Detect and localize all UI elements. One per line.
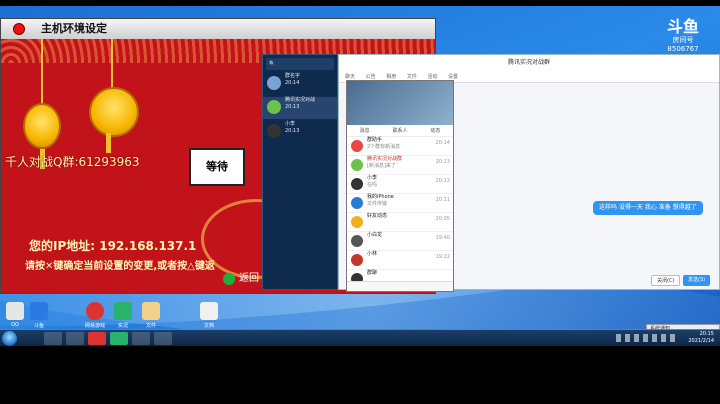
session-name: 腾讯实况对战 xyxy=(285,97,316,103)
icon-label: 文档 xyxy=(203,323,214,329)
taskbar-app-media[interactable] xyxy=(66,332,84,345)
list-item[interactable]: 群助手 2个群有新消息 20:14 xyxy=(347,137,453,156)
session-item[interactable]: 腾讯实况对战 20:13 xyxy=(263,97,337,119)
desktop-icon[interactable]: 文档 xyxy=(196,302,222,329)
session-item[interactable]: 群名字 20:14 xyxy=(263,73,337,95)
douyu-icon xyxy=(30,302,48,320)
taskbar-app-window[interactable] xyxy=(132,332,150,345)
netease-icon xyxy=(86,302,104,320)
qq-group-text: 千人对战Q群:61293963 xyxy=(5,155,140,169)
qq-session-list[interactable]: 🔍 群名字 20:14 腾讯实况对战 20:13 小李 20:13 xyxy=(262,54,338,290)
star-icon xyxy=(351,216,363,228)
list-item[interactable]: 小李 在吗 20:13 xyxy=(347,175,453,194)
list-item[interactable]: 我的iPhone 文件传输 20:11 xyxy=(347,194,453,213)
list-item[interactable]: 小林 19:22 xyxy=(347,251,453,270)
game-title: 主机环境设定 xyxy=(41,22,107,35)
lantern-rope xyxy=(41,39,43,107)
close-button[interactable]: 关闭(C) xyxy=(651,275,681,286)
item-time: 20:13 xyxy=(435,159,450,165)
wait-dialog: 等待 xyxy=(189,148,245,186)
avatar xyxy=(267,76,281,90)
list-item[interactable]: 好友动态 20:05 xyxy=(347,213,453,232)
room-number: 8506767 xyxy=(667,45,699,53)
session-time: 20:13 xyxy=(285,104,300,110)
clock-date: 2021/2/14 xyxy=(688,338,714,344)
clock-time: 20:15 xyxy=(699,331,714,337)
item-time: 19:40 xyxy=(435,235,450,241)
triangle-button-icon xyxy=(223,273,235,285)
lantern-rope xyxy=(111,39,113,91)
mobile-qq-window[interactable]: 消息 联系人 动态 群助手 2个群有新消息 20:14 腾讯实况对战群 [新消息… xyxy=(346,80,454,292)
shield-icon xyxy=(114,302,132,320)
taskbar-app-qq[interactable] xyxy=(154,332,172,345)
desktop-icon[interactable]: 实况 xyxy=(110,302,136,329)
send-button[interactable]: 发送(S) xyxy=(683,275,711,286)
item-time: 20:13 xyxy=(435,178,450,184)
session-name: 群名字 xyxy=(285,73,301,79)
item-time: 20:14 xyxy=(435,140,450,146)
avatar xyxy=(351,140,363,152)
ip-address-text: 您的IP地址: 192.168.137.1 xyxy=(29,239,197,253)
logo-name: 斗鱼 xyxy=(666,17,699,36)
item-name: 群聊 xyxy=(367,270,378,276)
list-item[interactable]: 腾讯实况对战群 [新消息]来了 20:13 xyxy=(347,156,453,175)
item-time: 20:11 xyxy=(435,197,450,203)
lantern-icon xyxy=(89,87,139,153)
logo-sub: 房间号 xyxy=(672,36,694,44)
list-item[interactable]: 小白龙 19:40 xyxy=(347,232,453,251)
avatar xyxy=(351,178,363,190)
mobile-bottom-bar[interactable] xyxy=(347,281,453,291)
phone-icon xyxy=(351,197,363,209)
tab-moments[interactable]: 动态 xyxy=(418,125,453,136)
my-message-bubble: 这样吗 没得一天 我心 准备 想得越了 xyxy=(593,201,703,215)
avatar xyxy=(267,124,281,138)
session-time: 20:13 xyxy=(285,128,300,134)
avatar xyxy=(351,235,363,247)
icon-label: 斗鱼 xyxy=(33,323,44,329)
icon-label: QQ xyxy=(11,322,19,328)
icon-label: 实况 xyxy=(117,323,128,329)
lantern-icon xyxy=(23,103,61,169)
desktop-icon[interactable]: QQ xyxy=(2,302,28,328)
tab-contacts[interactable]: 联系人 xyxy=(382,125,417,136)
taskbar-app-folder[interactable] xyxy=(44,332,62,345)
mobile-tabs: 消息 联系人 动态 xyxy=(347,125,453,137)
taskbar: 20:15 2021/2/14 xyxy=(0,329,720,346)
item-time: 19:22 xyxy=(435,254,450,260)
tab-messages[interactable]: 消息 xyxy=(347,125,382,136)
folder-icon xyxy=(6,302,24,320)
session-name: 小李 xyxy=(285,121,296,127)
file-icon xyxy=(142,302,160,320)
instruction-text: 请按✕键确定当前设置的变更,或者按△键返 xyxy=(25,261,215,272)
desktop: 主机环境设定 千人对战Q群:61293963 等待 您的IP地址: 192.16… xyxy=(0,6,720,346)
start-button[interactable] xyxy=(2,331,17,346)
record-icon xyxy=(13,23,25,35)
session-time: 20:14 xyxy=(285,80,300,86)
taskbar-app-game[interactable] xyxy=(110,332,128,345)
avatar xyxy=(351,254,363,266)
profile-header xyxy=(347,81,453,125)
icon-label: 网易游戏 xyxy=(84,323,105,329)
session-item[interactable]: 小李 20:13 xyxy=(263,121,337,143)
stream-logo: 斗鱼 房间号 8506767 xyxy=(662,17,704,54)
tray-clock[interactable]: 20:15 2021/2/14 xyxy=(688,331,714,345)
desktop-icon[interactable]: 网易游戏 xyxy=(82,302,108,329)
desktop-icon[interactable]: 斗鱼 xyxy=(26,302,52,329)
avatar xyxy=(351,159,363,171)
search-field[interactable]: 🔍 xyxy=(266,58,334,70)
game-titlebar[interactable]: 主机环境设定 xyxy=(1,19,435,39)
avatar xyxy=(267,100,281,114)
icon-label: 文件 xyxy=(145,323,156,329)
return-label: 返回 xyxy=(239,273,259,284)
desktop-icon[interactable]: 文件 xyxy=(138,302,164,329)
taskbar-app-netease[interactable] xyxy=(88,332,106,345)
item-time: 20:05 xyxy=(435,216,450,222)
system-tray-icons[interactable] xyxy=(616,334,676,342)
doc-icon xyxy=(200,302,218,320)
chat-title: 腾讯实况对战群 xyxy=(339,55,719,71)
return-button[interactable]: 返回 xyxy=(223,271,259,287)
